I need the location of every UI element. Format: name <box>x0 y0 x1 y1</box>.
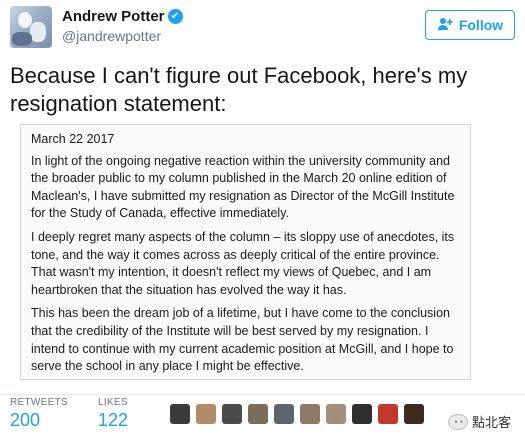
watermark: ◔◔ 點北客 <box>447 412 511 431</box>
liker-avatar[interactable] <box>352 404 372 424</box>
liker-avatars <box>170 404 424 424</box>
liker-avatar[interactable] <box>222 404 242 424</box>
statement-paragraph: In light of the ongoing negative reactio… <box>31 153 455 221</box>
avatar[interactable] <box>10 6 52 48</box>
liker-avatar[interactable] <box>378 404 398 424</box>
wechat-logo-icon: ◔◔ <box>447 413 468 430</box>
person-plus-icon <box>437 17 453 34</box>
statement-paragraph: I deeply regret many aspects of the colu… <box>31 229 455 297</box>
tweet-stats: RETWEETS 200 LIKES 122 <box>10 397 128 437</box>
follow-button[interactable]: Follow <box>425 10 515 40</box>
user-handle[interactable]: @jandrewpotter <box>62 28 183 44</box>
liker-avatar[interactable] <box>404 404 424 424</box>
likes-count: 122 <box>97 410 129 430</box>
watermark-text: 點北客 <box>471 415 511 430</box>
liker-avatar[interactable] <box>196 404 216 424</box>
liker-avatar[interactable] <box>326 404 346 424</box>
liker-avatar[interactable] <box>300 404 320 424</box>
likes-stat[interactable]: LIKES 122 <box>98 397 128 437</box>
liker-avatar[interactable] <box>170 404 190 424</box>
retweets-label: RETWEETS <box>10 397 68 408</box>
tweet-header: Andrew Potter ✔ @jandrewpotter Follow <box>10 6 515 50</box>
likes-label: LIKES <box>97 397 128 408</box>
user-name[interactable]: Andrew Potter <box>62 8 165 25</box>
liker-avatar[interactable] <box>274 404 294 424</box>
statement-paragraph: This has been the dream job of a lifetim… <box>31 306 454 374</box>
user-info: Andrew Potter ✔ @jandrewpotter <box>62 8 183 44</box>
statement-image[interactable]: March 22 2017 In light of the ongoing ne… <box>20 124 471 380</box>
statement-date: March 22 2017 <box>31 132 115 146</box>
liker-avatar[interactable] <box>248 404 268 424</box>
stats-divider <box>0 394 525 395</box>
retweets-count: 200 <box>10 410 41 430</box>
follow-label: Follow <box>458 17 504 33</box>
tweet-text: Because I can't figure out Facebook, her… <box>10 63 468 116</box>
retweets-stat[interactable]: RETWEETS 200 <box>10 397 68 437</box>
verified-badge-icon: ✔ <box>167 9 183 25</box>
